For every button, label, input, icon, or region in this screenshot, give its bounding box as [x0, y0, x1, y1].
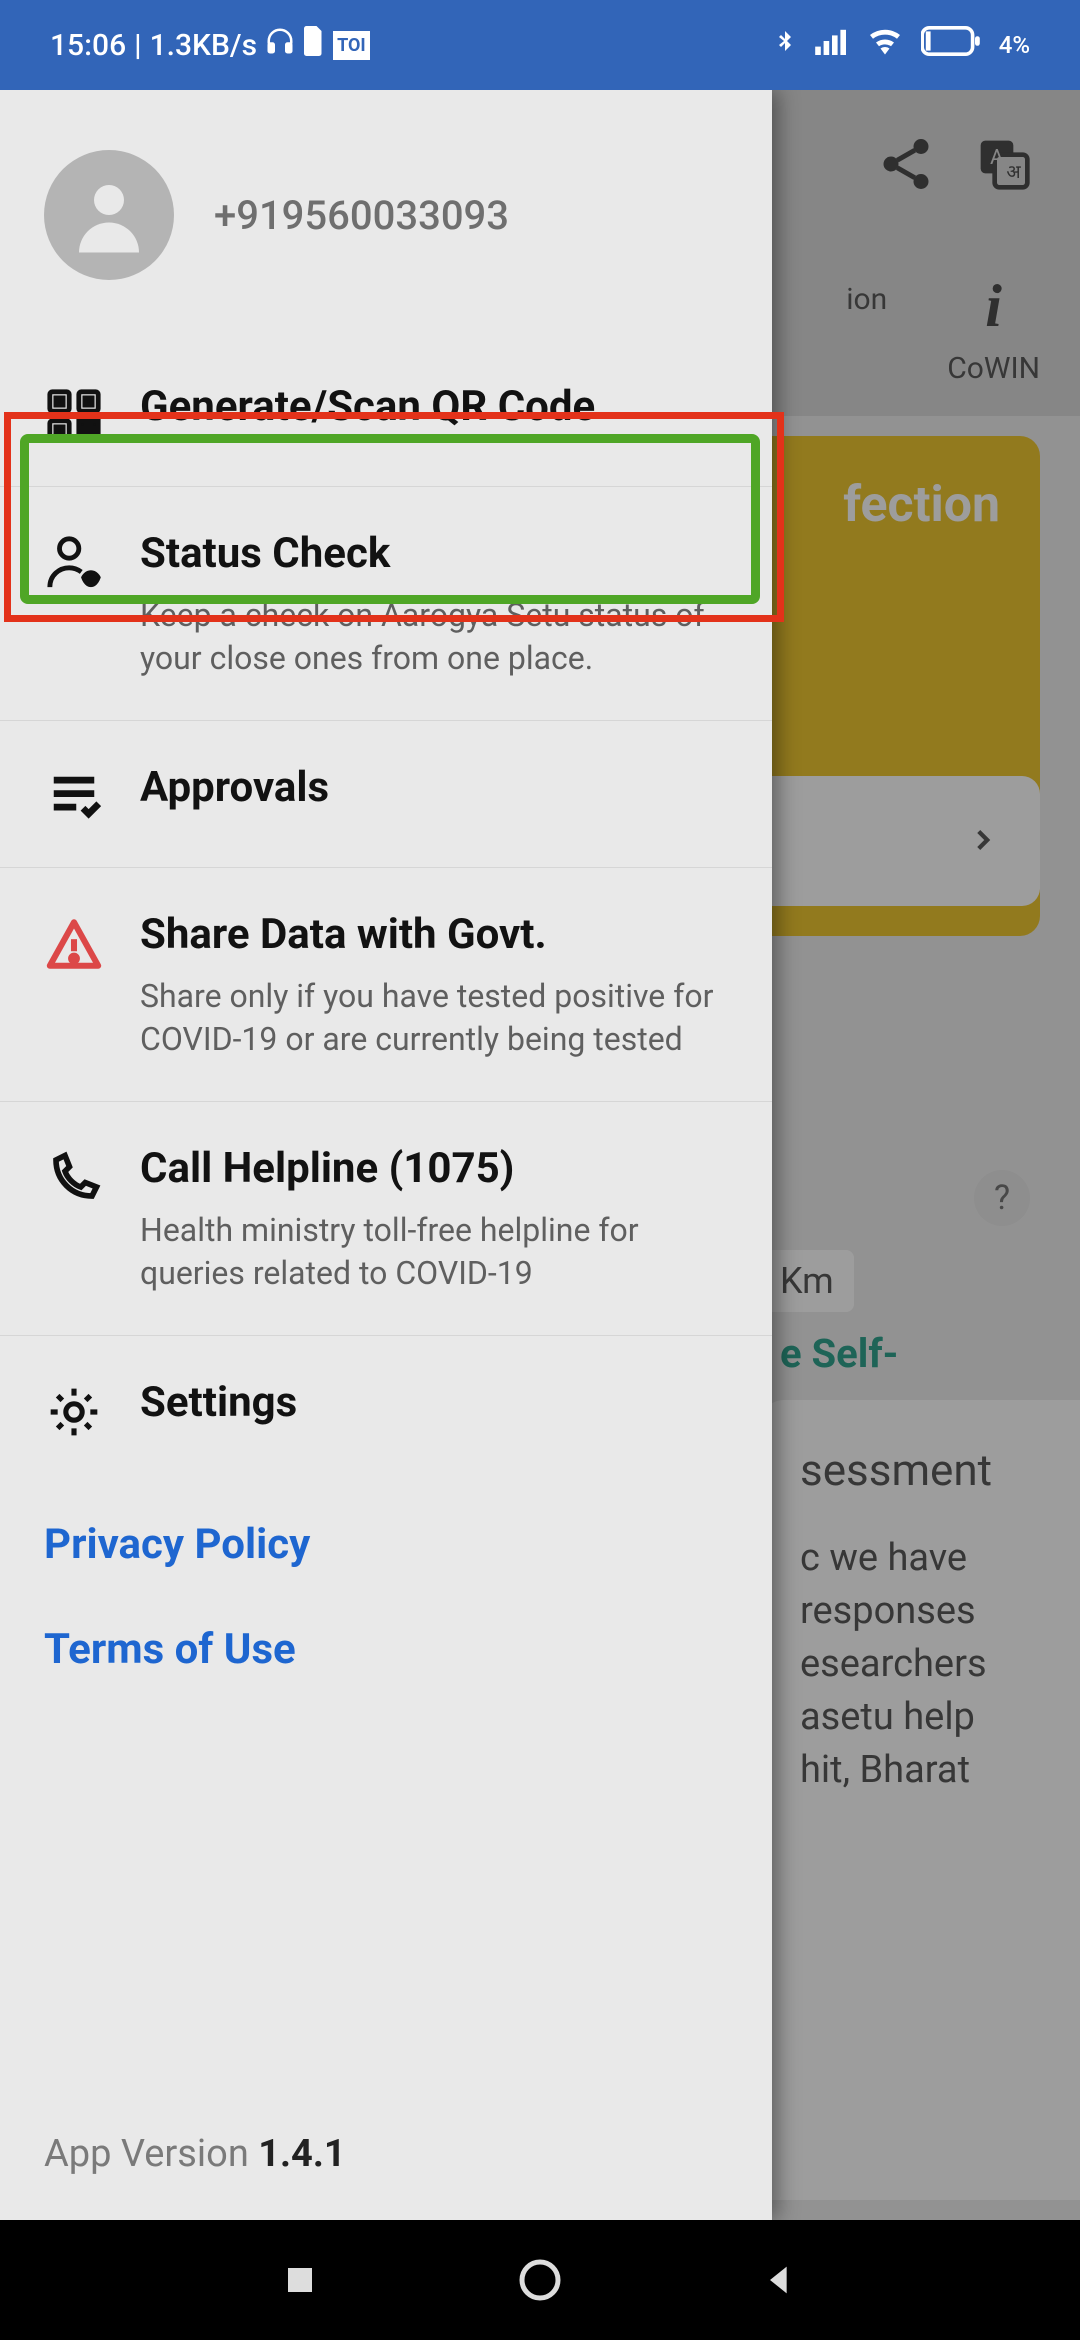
status-time: 15:06	[50, 28, 126, 63]
status-left: 15:06 | 1.3KB/s TOI	[50, 26, 370, 64]
qr-icon	[44, 386, 104, 446]
link-privacy-policy[interactable]: Privacy Policy	[44, 1520, 728, 1569]
menu-item-approvals[interactable]: Approvals	[0, 721, 772, 868]
sim-icon	[303, 26, 325, 64]
menu-title: Approvals	[140, 761, 728, 816]
menu-title: Share Data with Govt.	[140, 908, 728, 963]
approvals-icon	[44, 767, 104, 827]
link-terms-of-use[interactable]: Terms of Use	[44, 1625, 728, 1674]
signal-icon	[815, 27, 849, 63]
status-icon	[44, 533, 104, 593]
menu-desc: Share only if you have tested positive f…	[140, 975, 728, 1061]
menu-item-status[interactable]: Status Check Keep a check on Aarogya Set…	[0, 487, 772, 721]
phone-icon	[44, 1148, 104, 1208]
system-nav-bar	[0, 2220, 1080, 2340]
headphones-icon	[265, 26, 295, 64]
menu-desc: Health ministry toll-free helpline for q…	[140, 1209, 728, 1295]
bluetooth-icon	[773, 24, 797, 66]
gear-icon	[44, 1382, 104, 1442]
app-version: App Version 1.4.1	[0, 2088, 772, 2220]
status-right: 4%	[773, 24, 1030, 66]
menu-item-helpline[interactable]: Call Helpline (1075) Health ministry tol…	[0, 1102, 772, 1336]
menu-item-share-data[interactable]: Share Data with Govt. Share only if you …	[0, 868, 772, 1102]
menu-title: Status Check	[140, 527, 728, 582]
navigation-drawer: +919560033093 Generate/Scan QR Code Stat…	[0, 90, 772, 2220]
nav-recent-button[interactable]	[272, 2252, 328, 2308]
phone-number: +919560033093	[214, 192, 509, 239]
avatar-icon	[44, 150, 174, 280]
main-area: Aअ ion i CoWIN fection Km ?	[0, 90, 1080, 2220]
status-speed: 1.3KB/s	[150, 28, 257, 63]
menu-item-settings[interactable]: Settings	[0, 1336, 772, 1482]
battery-icon	[921, 26, 981, 64]
menu-title: Settings	[140, 1376, 728, 1431]
menu-title: Call Helpline (1075)	[140, 1142, 728, 1197]
toi-icon: TOI	[333, 31, 370, 60]
nav-home-button[interactable]	[512, 2252, 568, 2308]
wifi-icon	[867, 27, 903, 63]
nav-back-button[interactable]	[752, 2252, 808, 2308]
menu-item-qr[interactable]: Generate/Scan QR Code	[0, 340, 772, 487]
drawer-links: Privacy Policy Terms of Use	[0, 1482, 772, 1712]
status-sep: |	[134, 28, 141, 63]
status-bar: 15:06 | 1.3KB/s TOI 4%	[0, 0, 1080, 90]
menu-title: Generate/Scan QR Code	[140, 380, 728, 435]
battery-percent: 4%	[999, 31, 1030, 59]
drawer-profile[interactable]: +919560033093	[0, 90, 772, 340]
menu-desc: Keep a check on Aarogya Setu status of y…	[140, 594, 728, 680]
warning-icon	[44, 914, 104, 974]
